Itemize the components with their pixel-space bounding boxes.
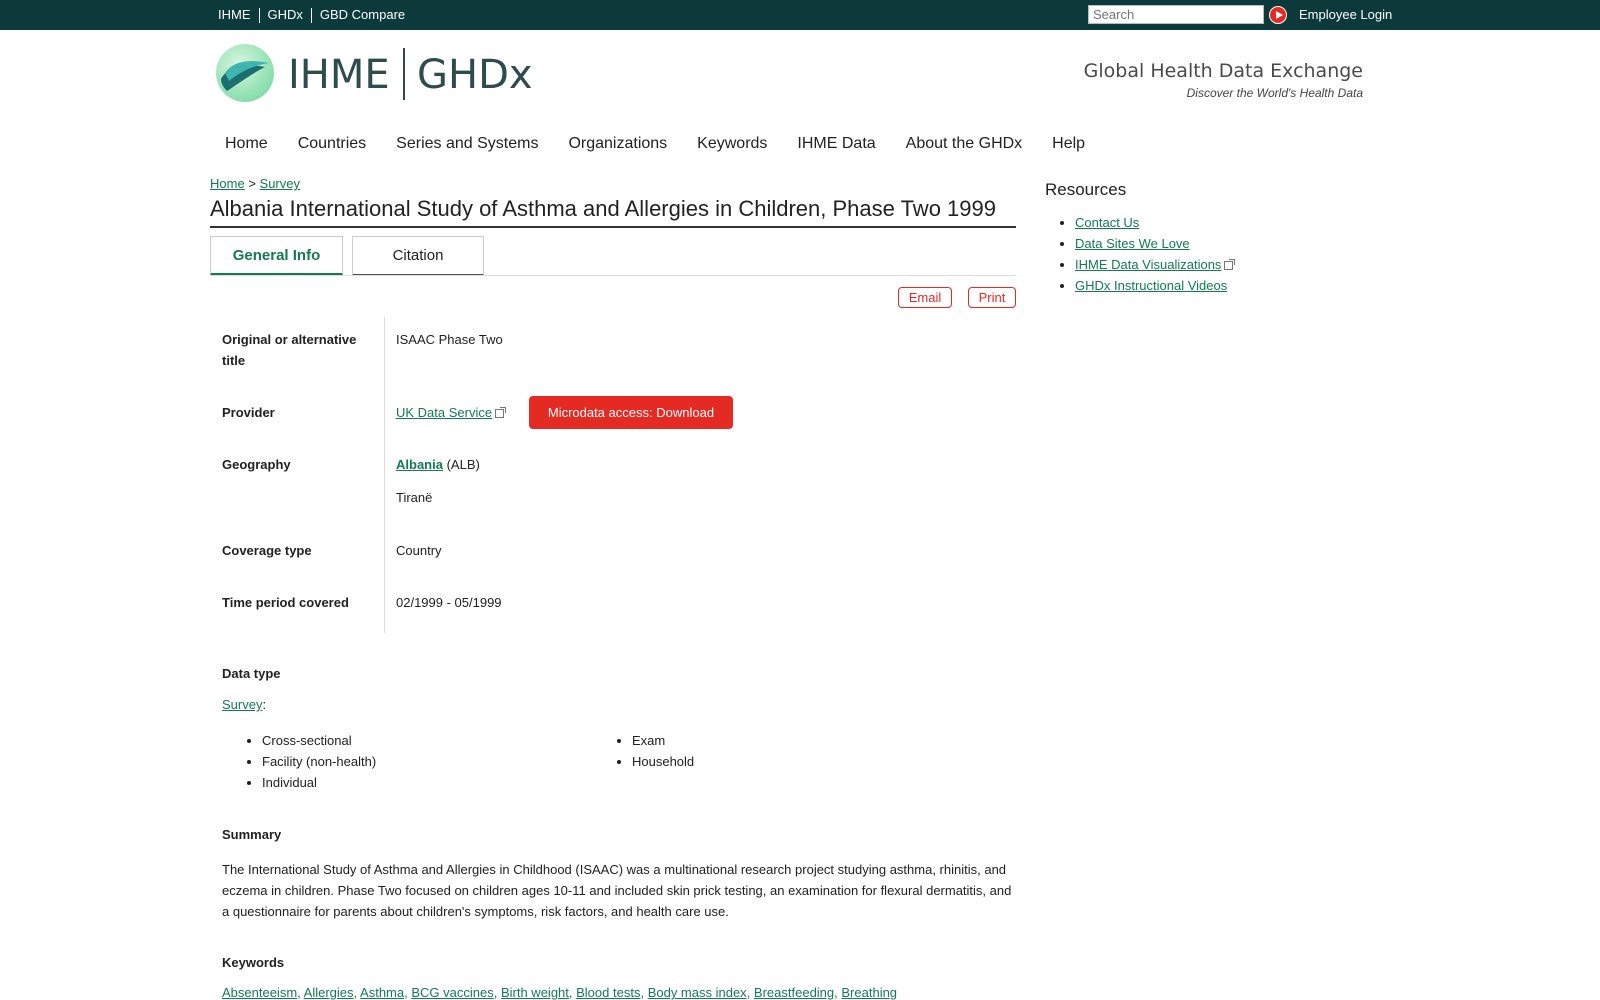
ihme-logo-icon[interactable] — [215, 43, 275, 103]
list-item: Contact Us — [1075, 212, 1233, 233]
top-link-divider — [310, 8, 312, 23]
tabs-divider — [210, 275, 1016, 276]
nav-series-and-systems[interactable]: Series and Systems — [396, 135, 538, 153]
breadcrumb-home[interactable]: Home — [210, 176, 245, 191]
geography-country-link[interactable]: Albania — [396, 457, 443, 472]
field-value-provider: UK Data Service — [396, 402, 507, 423]
keyword-link[interactable]: Asthma — [360, 985, 404, 1000]
microdata-download-button[interactable]: Microdata access: Download — [529, 396, 733, 429]
keywords-list: Absenteeism, Allergies, Asthma, BCG vacc… — [222, 985, 898, 1000]
list-item: IHME Data Visualizations — [1075, 254, 1236, 275]
field-value-alt-title: ISAAC Phase Two — [396, 332, 503, 347]
field-label-provider: Provider — [222, 405, 275, 420]
nav-countries[interactable]: Countries — [298, 135, 366, 153]
summary-label: Summary — [222, 827, 282, 842]
print-button[interactable]: Print — [968, 287, 1016, 308]
page-title: Albania International Study of Asthma an… — [210, 196, 1016, 228]
resource-contact-us[interactable]: Contact Us — [1075, 215, 1139, 230]
resource-ihme-visualizations[interactable]: IHME Data Visualizations — [1075, 257, 1221, 272]
tab-citation[interactable]: Citation — [352, 236, 484, 276]
keyword-link[interactable]: Absenteeism — [222, 985, 297, 1000]
field-value-coverage: Country — [396, 543, 442, 558]
external-link-icon — [495, 407, 507, 418]
keyword-link[interactable]: Allergies — [304, 985, 354, 1000]
keyword-link[interactable]: Birth weight — [501, 985, 569, 1000]
nav-organizations[interactable]: Organizations — [568, 135, 667, 153]
field-column-divider — [384, 317, 385, 633]
top-link-ghdx[interactable]: GHDx — [268, 7, 303, 22]
brand-ihme[interactable]: IHME — [288, 52, 390, 98]
list-item: GHDx Instructional Videos — [1075, 275, 1233, 296]
site-subtagline: Discover the World's Health Data — [1186, 86, 1363, 100]
nav-about-ghdx[interactable]: About the GHDx — [906, 135, 1023, 153]
list-item: Exam — [632, 730, 694, 751]
list-item: Data Sites We Love — [1075, 233, 1233, 254]
summary-text: The International Study of Asthma and Al… — [222, 862, 1012, 919]
nav-keywords[interactable]: Keywords — [697, 135, 767, 153]
main-nav: Home Countries Series and Systems Organi… — [225, 135, 1115, 153]
data-type-list-col1: Cross-sectional Facility (non-health) In… — [262, 730, 376, 793]
top-bar: IHME GHDx GBD Compare Employee Login — [0, 0, 1600, 30]
top-links: IHME GHDx GBD Compare — [218, 7, 405, 23]
field-value-geography: Albania (ALB) — [396, 454, 480, 475]
list-item: Cross-sectional — [262, 730, 376, 751]
keyword-link[interactable]: Breastfeeding — [754, 985, 834, 1000]
top-link-ihme[interactable]: IHME — [218, 7, 251, 22]
data-type-survey-link[interactable]: Survey — [222, 697, 262, 712]
site-tagline: Global Health Data Exchange — [1083, 60, 1363, 82]
resources-title: Resources — [1045, 180, 1127, 199]
brand-divider — [403, 48, 405, 100]
data-type-label: Data type — [222, 666, 281, 681]
employee-login-link[interactable]: Employee Login — [1299, 7, 1392, 22]
search-input[interactable] — [1088, 5, 1264, 24]
resource-instructional-videos[interactable]: GHDx Instructional Videos — [1075, 278, 1227, 293]
keyword-link[interactable]: BCG vaccines — [411, 985, 493, 1000]
geography-code: (ALB) — [446, 457, 480, 472]
keyword-link[interactable]: Breathing — [841, 985, 897, 1000]
breadcrumb-separator: > — [248, 176, 256, 191]
breadcrumb-survey[interactable]: Survey — [260, 176, 300, 191]
nav-home[interactable]: Home — [225, 135, 268, 153]
provider-link[interactable]: UK Data Service — [396, 405, 492, 420]
keyword-link[interactable]: Body mass index — [648, 985, 747, 1000]
email-button[interactable]: Email — [898, 287, 952, 308]
field-label-time-period: Time period covered — [222, 595, 349, 610]
field-label-geography: Geography — [222, 457, 291, 472]
keywords-label: Keywords — [222, 955, 285, 970]
list-item: Facility (non-health) — [262, 751, 376, 772]
field-label-coverage: Coverage type — [222, 543, 312, 558]
brand-ghdx[interactable]: GHDx — [417, 52, 533, 98]
resources-list: Contact Us Data Sites We Love IHME Data … — [1075, 212, 1236, 296]
resource-data-sites[interactable]: Data Sites We Love — [1075, 236, 1190, 251]
field-label-alt-title: Original or alternative title — [222, 332, 357, 368]
search-submit-icon[interactable] — [1269, 6, 1287, 24]
data-type-list-col2: Exam Household — [632, 730, 694, 772]
top-link-divider — [258, 8, 260, 23]
external-link-icon — [1224, 259, 1236, 270]
breadcrumb: Home > Survey — [210, 176, 300, 191]
list-item: Individual — [262, 772, 376, 793]
data-type-survey: Survey: — [222, 697, 266, 712]
field-value-time-period: 02/1999 - 05/1999 — [396, 595, 502, 610]
nav-help[interactable]: Help — [1052, 135, 1085, 153]
keyword-link[interactable]: Blood tests — [576, 985, 640, 1000]
tab-general-info[interactable]: General Info — [210, 236, 343, 276]
list-item: Household — [632, 751, 694, 772]
data-type-colon: : — [262, 697, 267, 712]
nav-ihme-data[interactable]: IHME Data — [797, 135, 875, 153]
top-link-gbd-compare[interactable]: GBD Compare — [320, 7, 405, 22]
field-value-geography-city: Tiranë — [396, 490, 433, 505]
